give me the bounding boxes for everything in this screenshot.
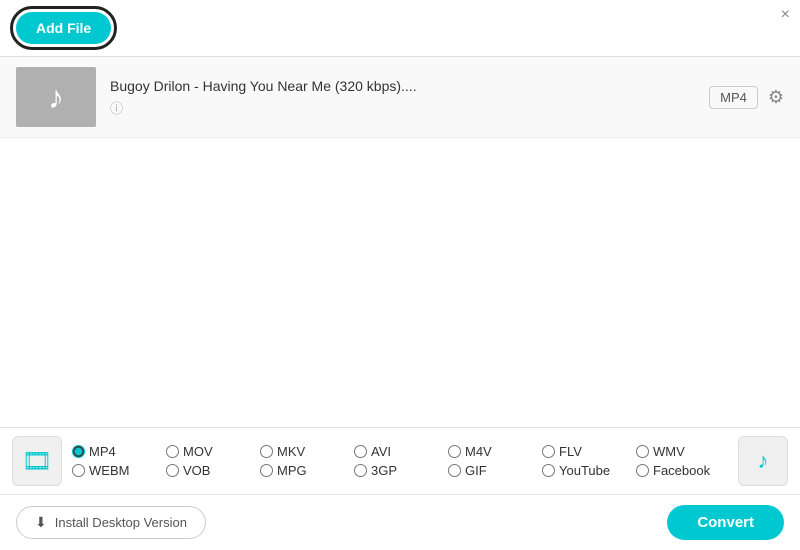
radio-label-mkv: MKV (277, 444, 305, 459)
radio-mp4[interactable] (72, 445, 85, 458)
download-icon: ⬇ (35, 514, 47, 531)
radio-item-vob[interactable]: VOB (166, 463, 258, 478)
close-button[interactable]: × (781, 6, 790, 24)
radio-label-wmv: WMV (653, 444, 685, 459)
action-bar: ⬇ Install Desktop Version Convert (0, 495, 800, 550)
film-icon: 🎞 (22, 447, 52, 476)
radio-item-wmv[interactable]: WMV (636, 444, 728, 459)
file-thumbnail: ♪ (16, 67, 96, 127)
radio-webm[interactable] (72, 464, 85, 477)
format-badge[interactable]: MP4 (709, 86, 758, 109)
file-list: ♪ Bugoy Drilon - Having You Near Me (320… (0, 57, 800, 138)
radio-vob[interactable] (166, 464, 179, 477)
radio-gif[interactable] (448, 464, 461, 477)
radio-label-webm: WEBM (89, 463, 129, 478)
radio-mov[interactable] (166, 445, 179, 458)
add-file-button[interactable]: Add File (16, 12, 111, 44)
radio-label-facebook: Facebook (653, 463, 710, 478)
format-selector: 🎞 MP4 MOV MKV AVI M4V FLV WMV WEBM (0, 428, 800, 495)
radio-mkv[interactable] (260, 445, 273, 458)
radio-label-flv: FLV (559, 444, 582, 459)
radio-label-mp4: MP4 (89, 444, 116, 459)
radio-m4v[interactable] (448, 445, 461, 458)
main-content (0, 138, 800, 338)
file-actions: MP4 ⚙ (709, 86, 784, 109)
radio-item-avi[interactable]: AVI (354, 444, 446, 459)
radio-item-webm[interactable]: WEBM (72, 463, 164, 478)
radio-item-mp4[interactable]: MP4 (72, 444, 164, 459)
bottom-bar: 🎞 MP4 MOV MKV AVI M4V FLV WMV WEBM (0, 427, 800, 550)
file-info: Bugoy Drilon - Having You Near Me (320 k… (110, 78, 709, 117)
radio-item-facebook[interactable]: Facebook (636, 463, 728, 478)
radio-item-mkv[interactable]: MKV (260, 444, 352, 459)
radio-grid: MP4 MOV MKV AVI M4V FLV WMV WEBM VOB M (72, 444, 728, 478)
radio-avi[interactable] (354, 445, 367, 458)
convert-button[interactable]: Convert (667, 505, 784, 540)
radio-item-mov[interactable]: MOV (166, 444, 258, 459)
radio-label-m4v: M4V (465, 444, 492, 459)
radio-item-flv[interactable]: FLV (542, 444, 634, 459)
music-icon: ♪ (48, 79, 64, 116)
radio-youtube[interactable] (542, 464, 555, 477)
radio-item-m4v[interactable]: M4V (448, 444, 540, 459)
music-icon-box[interactable]: ♪ (738, 436, 788, 486)
file-item: ♪ Bugoy Drilon - Having You Near Me (320… (0, 57, 800, 138)
settings-icon[interactable]: ⚙ (768, 87, 784, 108)
radio-mpg[interactable] (260, 464, 273, 477)
install-button[interactable]: ⬇ Install Desktop Version (16, 506, 206, 539)
radio-label-3gp: 3GP (371, 463, 397, 478)
music-small-icon: ♪ (758, 448, 769, 474)
radio-label-avi: AVI (371, 444, 391, 459)
header: Add File (0, 0, 800, 57)
info-icon[interactable]: ⓘ (110, 98, 709, 117)
radio-wmv[interactable] (636, 445, 649, 458)
radio-3gp[interactable] (354, 464, 367, 477)
radio-item-mpg[interactable]: MPG (260, 463, 352, 478)
radio-facebook[interactable] (636, 464, 649, 477)
file-name: Bugoy Drilon - Having You Near Me (320 k… (110, 78, 709, 94)
radio-item-gif[interactable]: GIF (448, 463, 540, 478)
radio-item-3gp[interactable]: 3GP (354, 463, 446, 478)
install-label: Install Desktop Version (55, 515, 187, 530)
radio-label-mpg: MPG (277, 463, 307, 478)
radio-label-gif: GIF (465, 463, 487, 478)
radio-label-vob: VOB (183, 463, 210, 478)
radio-label-youtube: YouTube (559, 463, 610, 478)
radio-item-youtube[interactable]: YouTube (542, 463, 634, 478)
radio-flv[interactable] (542, 445, 555, 458)
film-icon-box: 🎞 (12, 436, 62, 486)
radio-label-mov: MOV (183, 444, 213, 459)
